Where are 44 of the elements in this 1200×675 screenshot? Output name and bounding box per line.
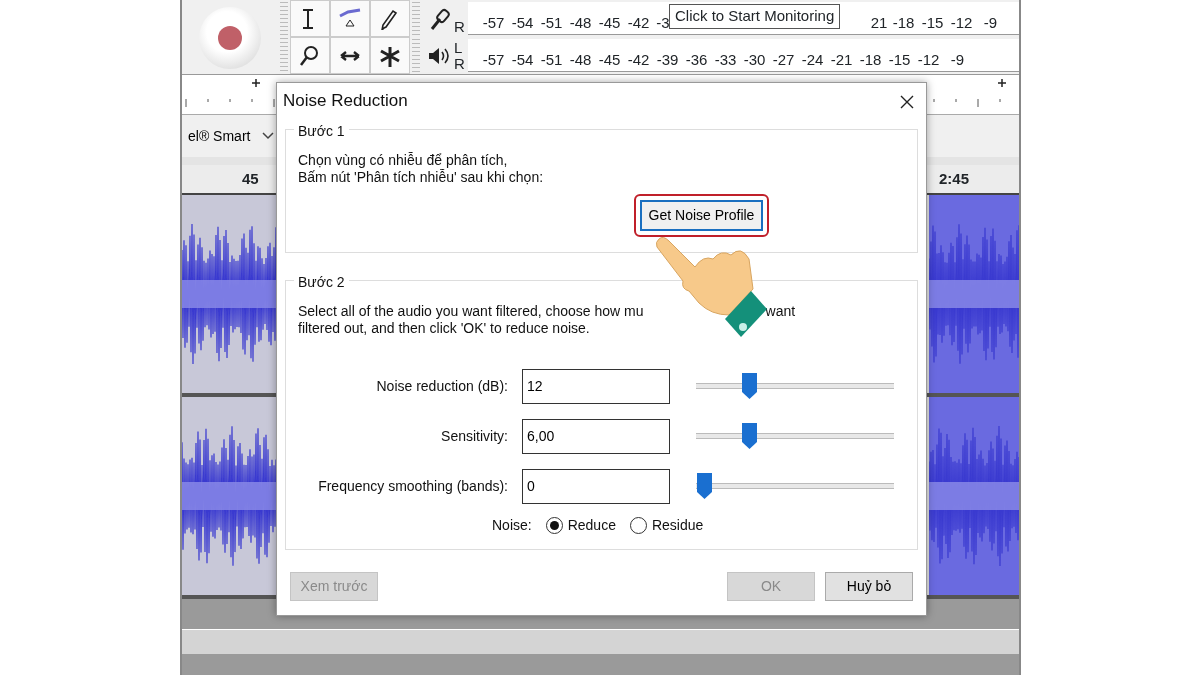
meter-tick-label: -30 [742, 49, 767, 70]
instruction-text: want [765, 303, 796, 320]
meter-tick-label: -36 [684, 49, 709, 70]
meter-tick-label: 21 [869, 12, 889, 33]
channel-label: L [454, 39, 464, 56]
field-label: Noise reduction (dB): [376, 377, 508, 394]
meter-tick-label: -18 [858, 49, 883, 70]
meter-tick-label: -9 [949, 49, 966, 70]
meter-tick-label: -18 [891, 12, 916, 33]
timeline-label: 2:45 [938, 168, 969, 189]
field-label: Sensitivity: [441, 427, 508, 444]
meter-tick-label: -15 [887, 49, 912, 70]
meter-tick-label: -39 [655, 49, 680, 70]
meter-tick-label: -27 [771, 49, 796, 70]
instruction-text: filtered out, and then click 'OK' to reduce noise. [298, 320, 590, 337]
meter-tick-label: -54 [510, 12, 535, 33]
meter-tick-label: -12 [916, 49, 941, 70]
meter-tick-label: -12 [949, 12, 974, 33]
meter-tick-label: -45 [597, 12, 622, 33]
meter-tick-label: -51 [539, 12, 564, 33]
timeline-label: 45 [242, 168, 259, 189]
instruction-text: Select all of the audio you want filtered, choose how mu [298, 303, 644, 320]
meter-tick-label: -51 [539, 49, 564, 70]
meter-tick-label: -42 [626, 12, 651, 33]
meter-tick-label: -54 [510, 49, 535, 70]
meter-tick-label: -57 [481, 12, 506, 33]
tooltip: Click to Start Monitoring [669, 4, 841, 29]
radio-group-label: Noise: [492, 516, 532, 535]
meter-tick-label: -3 [655, 12, 671, 33]
meter-tick-label: -48 [568, 12, 593, 33]
meter-tick-label: -9 [982, 12, 999, 33]
meter-tick-label: -15 [920, 12, 945, 33]
field-label: Frequency smoothing (bands): [318, 477, 508, 494]
meter-tick-label: -21 [829, 49, 854, 70]
meter-tick-label: -45 [597, 49, 622, 70]
meter-tick-label: -42 [626, 49, 651, 70]
meter-tick-label: -57 [481, 49, 506, 70]
meter-tick-label: -24 [800, 49, 825, 70]
meter-tick-label: -48 [568, 49, 593, 70]
channel-label: R [454, 55, 466, 72]
meter-tick-label: -33 [713, 49, 738, 70]
instruction-text: Chọn vùng có nhiễu để phân tích, Bấm nút 'Phân tích nhiễu' sau khi chọn: [298, 152, 545, 186]
channel-label: R [454, 18, 466, 35]
window-title: Noise Reduction [283, 90, 408, 113]
